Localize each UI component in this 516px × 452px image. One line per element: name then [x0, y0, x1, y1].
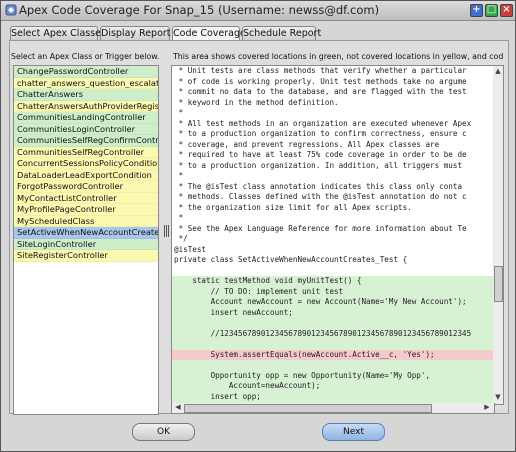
apex-class-item[interactable]: MyProfilePageController [14, 204, 158, 216]
code-line: * methods. Classes defined with the @isT… [174, 192, 467, 201]
apex-class-item[interactable]: ForgotPasswordController [14, 181, 158, 193]
apex-class-item[interactable]: CommunitiesLandingController [14, 112, 158, 124]
apex-class-item[interactable]: SiteLoginController [14, 238, 158, 250]
code-line [172, 318, 494, 329]
apex-class-item[interactable]: ConcurrentSessionsPolicyCondition [14, 158, 158, 170]
apex-class-item[interactable]: ChangePasswordController [14, 66, 158, 78]
apex-class-item[interactable]: CommunitiesSelfRegConfirmController [14, 135, 158, 147]
title-bar: Apex Code Coverage For Snap_15 (Username… [1, 1, 515, 21]
code-line: // TO DO: implement unit test [172, 286, 494, 297]
code-line: * coverage, and prevent regressions. All… [174, 139, 440, 149]
code-line: Opportunity opp = new Opportunity(Name='… [172, 370, 494, 381]
code-line: * [174, 171, 184, 180]
tab-code-coverage[interactable]: Code Coverage [172, 26, 246, 41]
apex-class-item[interactable]: MyContactListController [14, 192, 158, 204]
apex-class-item[interactable]: ChatterAnswers [14, 89, 158, 101]
scroll-left-icon[interactable]: ◀ [173, 403, 183, 411]
class-list-header: Select an Apex Class or Trigger below. [11, 52, 160, 61]
horizontal-scroll-thumb[interactable] [184, 404, 432, 413]
scroll-right-icon[interactable]: ▶ [482, 403, 492, 411]
splitter-handle[interactable] [164, 225, 170, 239]
code-line: //12345678901234567890123456789012345678… [172, 328, 494, 339]
app-window: Apex Code Coverage For Snap_15 (Username… [0, 0, 516, 452]
ok-button[interactable]: OK [132, 423, 195, 441]
code-line: private class SetActiveWhenNewAccountCre… [174, 255, 408, 264]
apex-class-item[interactable]: ChatterAnswersAuthProviderRegistratio [14, 100, 158, 112]
code-line: * [174, 108, 184, 117]
code-line: * See the Apex Language Reference for mo… [174, 223, 467, 233]
code-line: Account newAccount = new Account(Name='M… [172, 297, 494, 308]
code-coverage-view[interactable]: * Unit tests are class methods that veri… [171, 65, 495, 405]
plus-icon[interactable]: + [470, 4, 483, 17]
code-line: * required to have at least 75% code cov… [174, 150, 467, 159]
code-line: * commit no data to the database, and ar… [174, 87, 467, 96]
code-line: Account=newAccount); [172, 381, 494, 392]
apex-class-item[interactable]: CommunitiesLoginController [14, 123, 158, 135]
code-line: insert opp; [172, 391, 494, 402]
code-line: static testMethod void myUnitTest() { [172, 276, 494, 287]
tab-schedule-report[interactable]: Schedule Report [242, 26, 321, 40]
code-line: * keyword in the method definition. [174, 97, 339, 107]
code-line: * All test methods in an organization ar… [174, 118, 472, 128]
apex-class-item[interactable]: MyScheduledClass [14, 215, 158, 227]
code-line: */ [174, 234, 188, 243]
apex-class-list[interactable]: ChangePasswordController chatter_answers_… [13, 65, 159, 415]
horizontal-scrollbar[interactable]: ◀ ▶ [171, 403, 495, 414]
tab-display-report[interactable]: Display Report [100, 26, 171, 40]
code-line: System.assertEquals(newAccount.Active__c… [172, 349, 494, 360]
code-line: * to a production organization. In addit… [174, 160, 463, 170]
code-line: * Unit tests are class methods that veri… [174, 66, 467, 75]
window-title: Apex Code Coverage For Snap_15 (Username… [19, 3, 380, 17]
apex-class-item[interactable]: SetActiveWhenNewAccountCreates_Test [14, 227, 158, 239]
close-icon[interactable]: × [500, 4, 513, 17]
scroll-down-icon[interactable]: ▼ [493, 393, 503, 401]
app-logo-icon [5, 4, 17, 16]
apex-class-item[interactable]: chatter_answers_question_escalation_t [14, 77, 158, 89]
apex-class-item[interactable]: SiteRegisterController [14, 250, 158, 262]
apex-class-item[interactable]: DataLoaderLeadExportCondition [14, 169, 158, 181]
code-line: * to a production organization to confir… [174, 129, 467, 138]
code-line: @isTest [174, 244, 207, 254]
apex-class-item[interactable]: CommunitiesSelfRegController [14, 146, 158, 158]
code-line: * [174, 213, 184, 222]
code-line: insert newAccount; [172, 307, 494, 318]
vertical-scrollbar[interactable]: ▲ ▼ [493, 65, 504, 405]
coverage-legend-header: This area shows covered locations in gre… [173, 52, 503, 61]
code-line: * of code is working properly. Unit test… [174, 76, 467, 86]
next-button[interactable]: Next [322, 423, 385, 441]
code-line [172, 360, 494, 371]
tab-select-apex-classes[interactable]: Select Apex Classes [10, 26, 106, 40]
maximize-icon[interactable]: □ [485, 4, 498, 17]
code-line: * The @isTest class annotation indicates… [174, 181, 463, 191]
vertical-scroll-thumb[interactable] [494, 266, 503, 302]
scroll-up-icon[interactable]: ▲ [493, 67, 503, 75]
code-line: * the organization size limit for all Ap… [174, 202, 412, 212]
code-line [172, 339, 494, 350]
